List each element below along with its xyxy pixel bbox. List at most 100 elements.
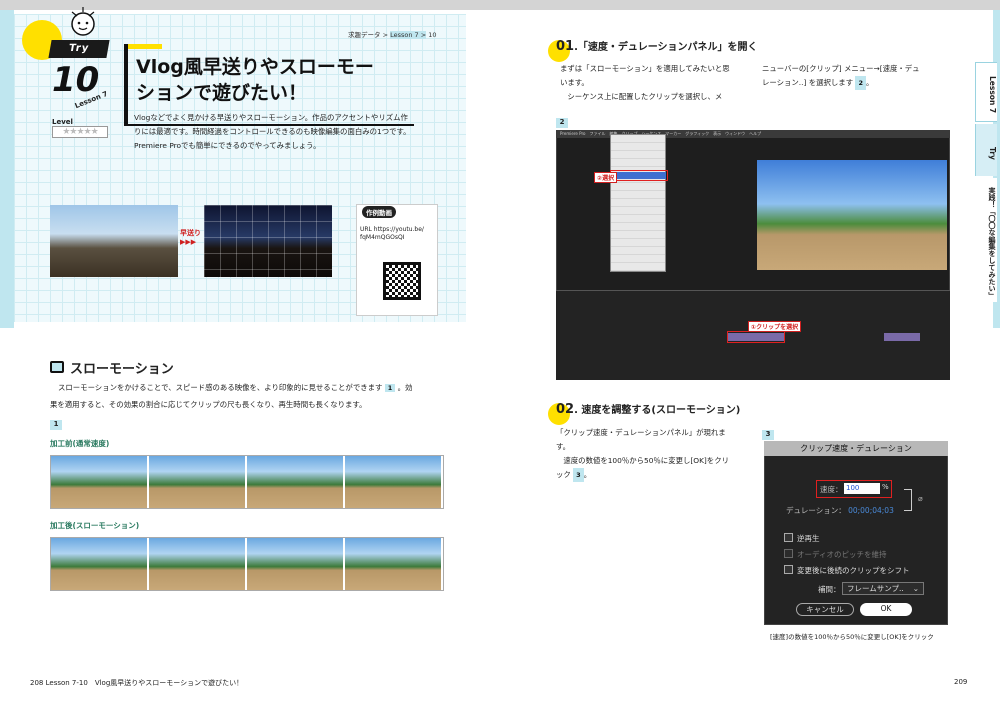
highlight-box <box>727 331 785 343</box>
fast-forward-arrows: ▶▶▶ <box>180 238 197 246</box>
reverse-checkbox[interactable] <box>784 533 793 542</box>
text-line: ック 3。 <box>556 468 729 482</box>
interp-label: 補間： <box>818 585 841 594</box>
text-line: レーション..] を選択します 2。 <box>762 76 920 90</box>
film-frame <box>149 456 247 508</box>
highlight-box <box>610 170 668 181</box>
speed-label: 速度： <box>820 485 843 494</box>
step-number: 02 <box>556 402 575 417</box>
text-line-part: レーション..] を選択します <box>762 78 854 87</box>
step1-text-right: ニューバーの[クリップ] メニュー→[速度・デュ レーション..] を選択します… <box>762 62 920 90</box>
try-badge: Try <box>48 40 110 58</box>
program-monitor <box>757 160 947 270</box>
step2-text: 「クリップ速度・デュレーションパネル」が現れま す。 速度の数値を100％から5… <box>556 426 729 482</box>
figure-label: 3 <box>762 430 774 440</box>
figure-label: 1 <box>50 420 62 430</box>
page-title-line2: ションで遊びたい！ <box>136 82 308 104</box>
step2-heading: 02. 速度を調整する(スローモーション) <box>556 401 740 417</box>
ok-button[interactable]: OK <box>860 603 912 616</box>
filmstrip-after <box>50 537 444 591</box>
link-icon[interactable]: ⌀ <box>918 494 923 503</box>
section-text: スローモーションをかけることで、スピード感のある映像を、より印象的に見せることが… <box>58 383 383 392</box>
interp-select[interactable]: フレームサンプ.. ⌄ <box>842 582 924 595</box>
page-title-line1: Vlog風早送りやスローモー <box>136 56 374 78</box>
book-icon <box>50 361 64 373</box>
text-line: シーケンス上に配置したクリップを選択し、メ <box>560 92 723 101</box>
top-strip <box>0 0 1000 10</box>
text-line: す。 <box>556 442 571 451</box>
film-frame <box>51 538 149 590</box>
step-ref-badge: 1 <box>384 384 396 392</box>
intro-text: りには最適です。時間経過をコントロールできるのも映像編集の面白みの1つです。 <box>134 127 411 136</box>
text-line: ニューバーの[クリップ] メニュー→[速度・デュ <box>762 64 920 73</box>
page-number: 208 <box>30 679 44 687</box>
mascot-icon <box>71 7 95 36</box>
before-label: 加工前(通常速度) <box>50 439 110 448</box>
level-stars: ★★★★★ <box>52 126 108 138</box>
intro-text: Premiere Proでも簡単にできるのでやってみましょう。 <box>134 141 321 150</box>
step-title: . 速度を調整する(スローモーション) <box>574 405 741 416</box>
duration-row: デュレーション： 00;00;04;03 <box>786 505 894 516</box>
link-bracket <box>904 489 912 511</box>
after-label: 加工後(スローモーション) <box>50 521 140 530</box>
title-rule-vertical <box>124 44 128 126</box>
intro-text: Vlogなどでよく見かける早送りやスローモーション。作品のアクセントやリズム作 <box>134 113 408 122</box>
figure-label: 2 <box>556 118 568 128</box>
callout-select-menu: ②選択 <box>594 172 618 183</box>
sample-photo-after <box>204 205 332 277</box>
callout-select-clip: ①クリップを選択 <box>748 321 802 332</box>
side-tab-chapter: 実践！「〇〇な編集をしてみたい」 <box>975 178 997 302</box>
side-tab-lesson: Lesson 7 <box>975 62 997 122</box>
film-frame <box>345 538 443 590</box>
qr-code-icon[interactable] <box>383 262 421 300</box>
step-title: .「速度・デュレーションパネル」を開く <box>574 42 758 53</box>
filmstrip-before <box>50 455 444 509</box>
fast-forward-text: 早送り <box>180 229 201 237</box>
sample-photo-before <box>50 205 178 277</box>
sample-video-url[interactable]: URL https://youtu.be/ fqM4mQGOsQI <box>360 226 424 242</box>
cancel-button[interactable]: キャンセル <box>796 603 854 616</box>
interp-value: フレームサンプ.. <box>847 584 904 593</box>
film-frame <box>247 456 345 508</box>
speed-unit: % <box>882 483 889 491</box>
left-page-band <box>0 10 14 328</box>
video-url-line: URL https://youtu.be/ <box>360 226 424 233</box>
clip-menu-dropdown <box>610 134 666 272</box>
reverse-label: 逆再生 <box>797 534 820 543</box>
side-tab-try: Try <box>975 124 997 176</box>
breadcrumb: 求趣データ > Lesson 7 > 10 <box>348 29 437 39</box>
film-frame <box>51 456 149 508</box>
dialog-title: クリップ速度・デュレーション <box>764 441 948 456</box>
duration-value[interactable]: 00;00;04;03 <box>848 506 894 515</box>
step-number: 01 <box>556 39 575 54</box>
level-label: Level <box>52 118 73 126</box>
step1-heading: 01.「速度・デュレーションパネル」を開く <box>556 38 758 54</box>
text-line: います。 <box>560 78 589 87</box>
page-number: 209 <box>954 678 968 686</box>
speed-input[interactable]: 100 <box>844 483 880 494</box>
text-line: 「クリップ速度・デュレーションパネル」が現れま <box>556 428 726 437</box>
ripple-checkbox[interactable] <box>784 565 793 574</box>
section-text-line1: スローモーションをかけることで、スピード感のある映像を、より印象的に見せることが… <box>58 382 412 393</box>
pitch-label: オーディオのピッチを維持 <box>797 550 887 559</box>
step1-text-left: まずは「スローモーション」を適用してみたいと思 います。 シーケンス上に配置した… <box>560 62 730 104</box>
breadcrumb-part: 求趣データ > <box>348 31 389 39</box>
video-url-line: fqM4mQGOsQI <box>360 234 405 241</box>
section-text-line2: 果を適用すると、その効果の割合に応じてクリップの尺も長くなり、再生時間も長くなり… <box>50 400 367 409</box>
step-ref-badge: 2 <box>855 76 866 90</box>
breadcrumb-part: 10 <box>428 31 437 39</box>
step-ref-badge: 3 <box>573 468 584 482</box>
duration-label: デュレーション： <box>786 506 846 515</box>
breadcrumb-part: Lesson 7 > <box>390 31 427 39</box>
section-text: 。効 <box>397 383 413 392</box>
timeline-clip[interactable] <box>884 333 920 341</box>
sample-video-heading: 作例動画 <box>362 206 396 218</box>
film-frame <box>247 538 345 590</box>
chevron-down-icon: ⌄ <box>912 584 919 593</box>
pitch-checkbox[interactable] <box>784 549 793 558</box>
text-line: 速度の数値を100％から50％に変更し[OK]をクリ <box>556 456 729 465</box>
text-line-part: ック <box>556 470 571 479</box>
title-accent <box>124 44 162 49</box>
figure-caption: [速度]の数値を100％から50％に変更し[OK]をクリック <box>770 633 934 641</box>
ripple-label: 変更後に後続のクリップをシフト <box>797 566 910 575</box>
